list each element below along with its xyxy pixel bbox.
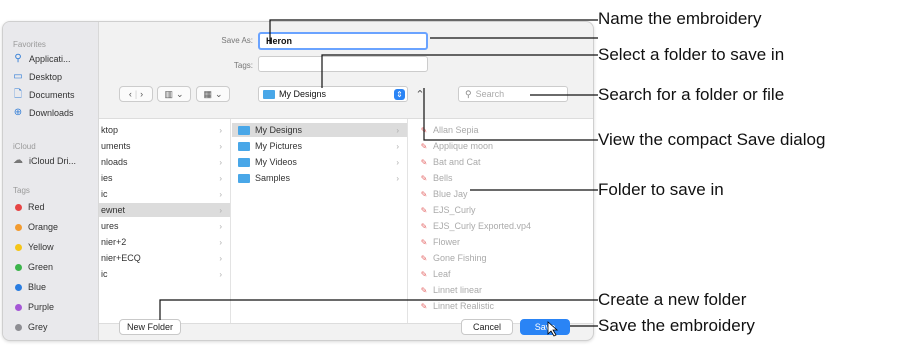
callout-search: Search for a folder or file [598,85,785,104]
callout-new-folder: Create a new folder [598,290,747,309]
callout-line-new-folder [159,299,598,320]
callout-save: Save the embroidery [598,316,755,335]
callout-folder-select: Select a folder to save in [598,45,785,64]
callout-line-name [269,19,598,44]
callout-folder: Folder to save in [598,180,724,199]
callout-name: Name the embroidery [598,9,762,28]
mouse-cursor-icon [547,321,559,337]
callout-compact: View the compact Save dialog [598,130,826,149]
callout-line-compact [423,88,598,141]
callout-line-folder-select [321,54,598,88]
